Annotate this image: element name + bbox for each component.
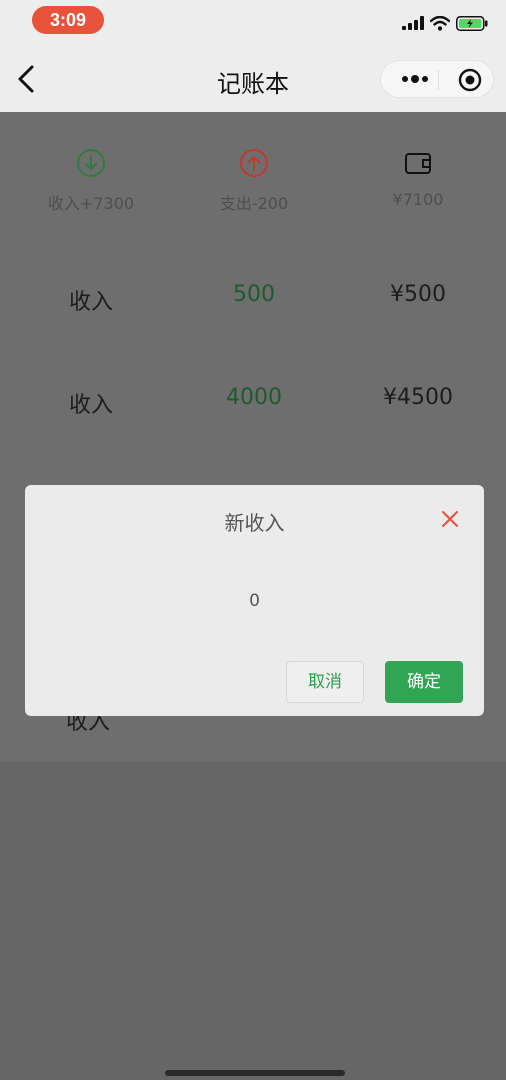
signal-icon xyxy=(402,16,424,30)
status-bar: 3:09 xyxy=(0,0,506,44)
battery-icon xyxy=(456,15,488,31)
record-row[interactable]: 收入 4000 ¥4500 xyxy=(0,385,506,445)
close-icon xyxy=(442,511,458,527)
record-amount: 500 xyxy=(233,282,275,307)
record-total: ¥4500 xyxy=(383,385,453,410)
record-total: ¥500 xyxy=(390,282,446,307)
status-time: 3:09 xyxy=(32,6,104,34)
income-summary[interactable]: 收入+7300 xyxy=(6,142,176,214)
expense-summary[interactable]: 支出-200 xyxy=(169,142,339,214)
nav-bar: 记账本 xyxy=(0,44,506,112)
income-summary-label: 收入+7300 xyxy=(47,194,135,213)
wallet-icon xyxy=(405,153,431,174)
new-income-dialog: 新收入 0 取消 确定 xyxy=(25,485,484,716)
balance-summary-label: ¥7100 xyxy=(392,190,444,209)
target-icon xyxy=(458,68,482,92)
dialog-title: 新收入 xyxy=(224,511,285,535)
balance-summary[interactable]: ¥7100 xyxy=(333,142,503,209)
record-amount: 4000 xyxy=(226,385,282,410)
close-miniprogram-button[interactable] xyxy=(457,67,483,93)
dialog-close-button[interactable] xyxy=(438,507,462,531)
expense-summary-label: 支出-200 xyxy=(219,194,289,213)
wifi-icon xyxy=(430,15,450,31)
status-icons xyxy=(402,14,488,32)
capsule-divider xyxy=(438,70,439,90)
amount-input[interactable]: 0 xyxy=(25,591,484,611)
miniprogram-capsule xyxy=(380,60,494,98)
confirm-button[interactable]: 确定 xyxy=(385,661,463,703)
record-type: 收入 xyxy=(68,290,113,315)
summary-bar: 收入+7300 支出-200 ¥7100 xyxy=(0,142,506,222)
record-type: 收入 xyxy=(68,393,113,418)
record-row[interactable]: 收入 500 ¥500 xyxy=(0,282,506,342)
home-indicator xyxy=(165,1070,345,1076)
more-button[interactable] xyxy=(395,69,435,89)
arrow-up-circle-icon xyxy=(240,149,268,177)
arrow-down-circle-icon xyxy=(77,149,105,177)
more-dots-icon xyxy=(402,75,428,83)
cancel-button[interactable]: 取消 xyxy=(286,661,364,703)
